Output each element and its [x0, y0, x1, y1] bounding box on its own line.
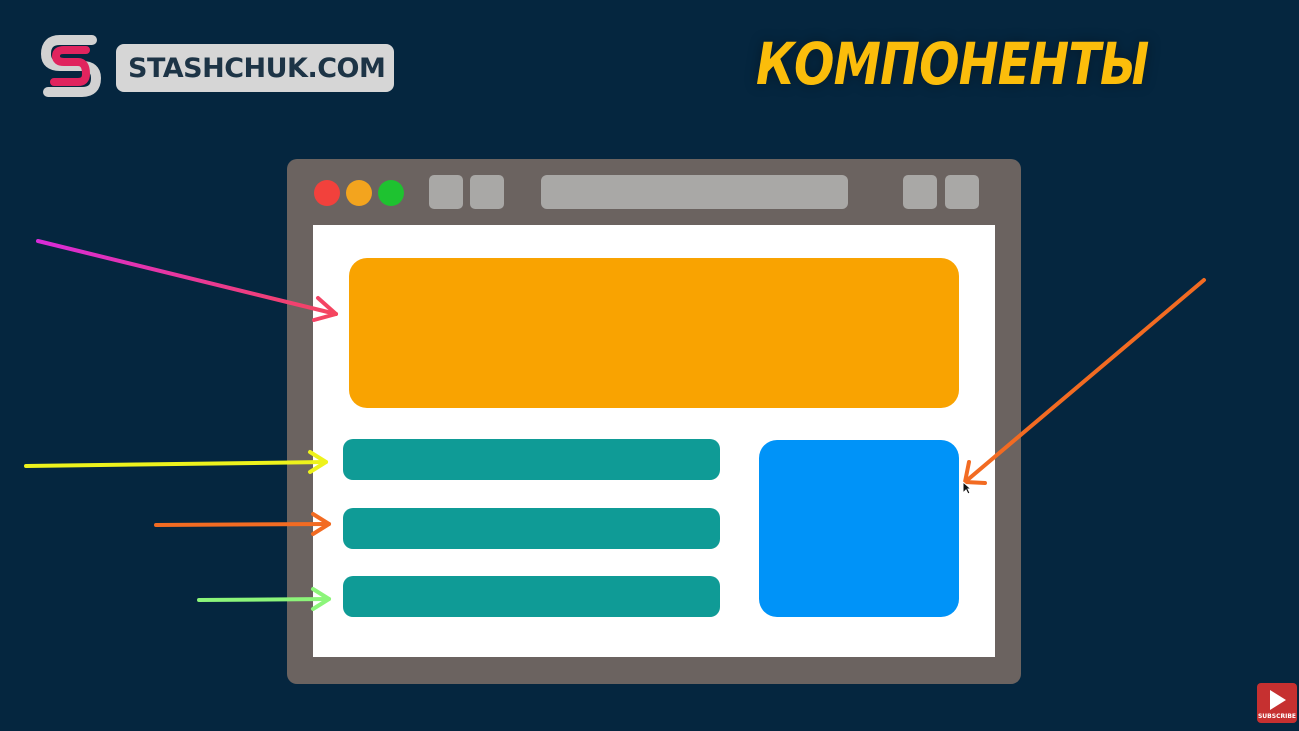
arrow-row-2	[154, 512, 331, 536]
play-icon	[1270, 690, 1286, 710]
arrow-row-1	[24, 450, 328, 474]
arrow-row-3	[197, 587, 331, 611]
arrow-side	[963, 278, 1206, 485]
mouse-cursor-icon	[962, 481, 972, 495]
subscribe-button[interactable]: SUBSCRIBE	[1257, 683, 1297, 723]
subscribe-label: SUBSCRIBE	[1257, 713, 1296, 720]
arrows-overlay	[24, 239, 1206, 611]
arrow-header	[36, 239, 338, 322]
